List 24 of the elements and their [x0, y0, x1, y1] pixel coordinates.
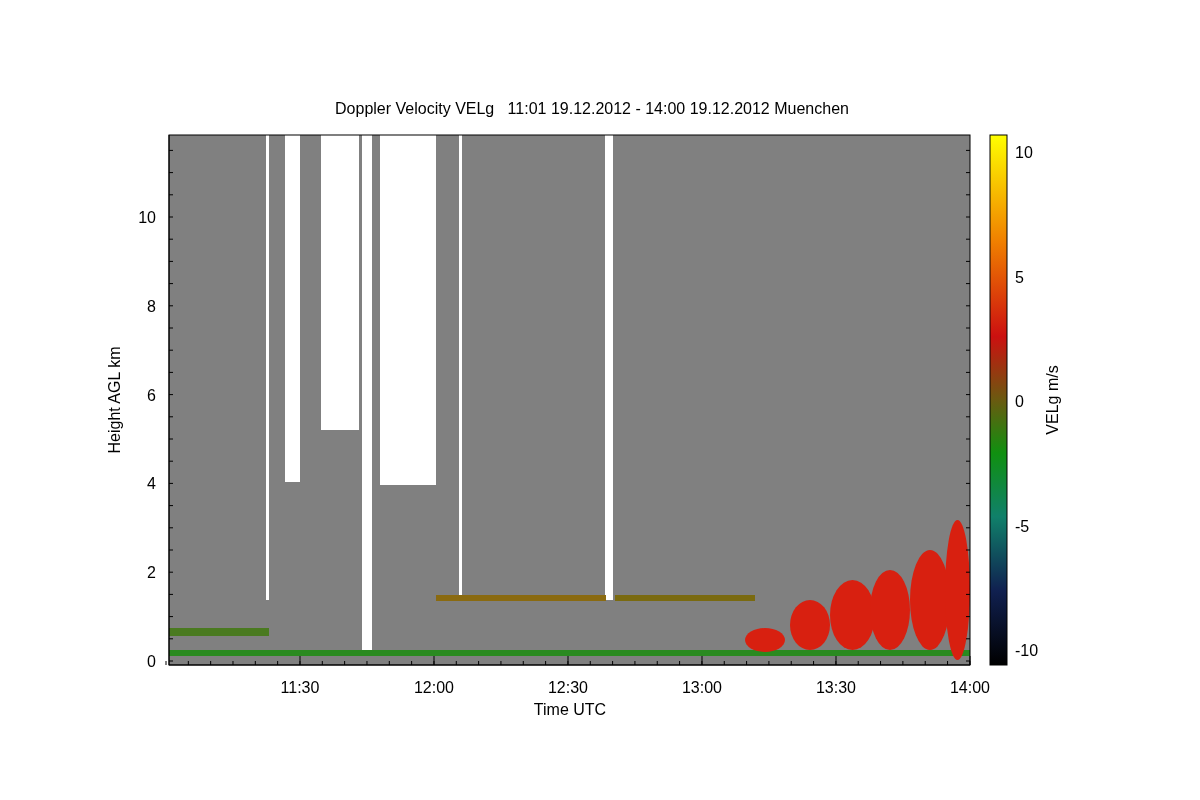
y-tick-label: 4 [147, 475, 156, 493]
colorbar-tick-label: -5 [1015, 517, 1030, 535]
colorbar-tick-label: 10 [1015, 144, 1033, 161]
echo-blob [745, 628, 785, 652]
x-tick-label: 14:00 [950, 679, 990, 696]
x-tick-label: 13:30 [816, 679, 856, 696]
colorbar-tick-label: 5 [1015, 268, 1024, 286]
x-tick-label: 12:30 [548, 679, 588, 696]
x-tick-label: 11:30 [280, 679, 320, 696]
x-tick-label: 12:00 [414, 679, 454, 696]
y-tick-label: 0 [147, 653, 156, 670]
x-tick-label: 13:00 [682, 679, 722, 696]
x-axis-label: Time UTC [533, 701, 607, 718]
colorbar-label: VELg m/s [1044, 365, 1061, 435]
echo-blob [830, 580, 875, 650]
colorbar-tick-label: 0 [1015, 393, 1024, 410]
y-tick-label: 6 [147, 386, 156, 404]
y-tick-label: 10 [138, 209, 156, 226]
y-tick-label: 8 [147, 297, 156, 315]
y-tick-label: 2 [147, 564, 156, 582]
colorbar-tick-label: -10 [1015, 642, 1039, 659]
plot-title: Doppler Velocity VELg 11:01 19.12.2012 - 14:00 19.12.2012 Muenchen [335, 100, 849, 117]
echo-blob [790, 600, 830, 650]
y-axis-label: Height AGL km [106, 346, 123, 454]
